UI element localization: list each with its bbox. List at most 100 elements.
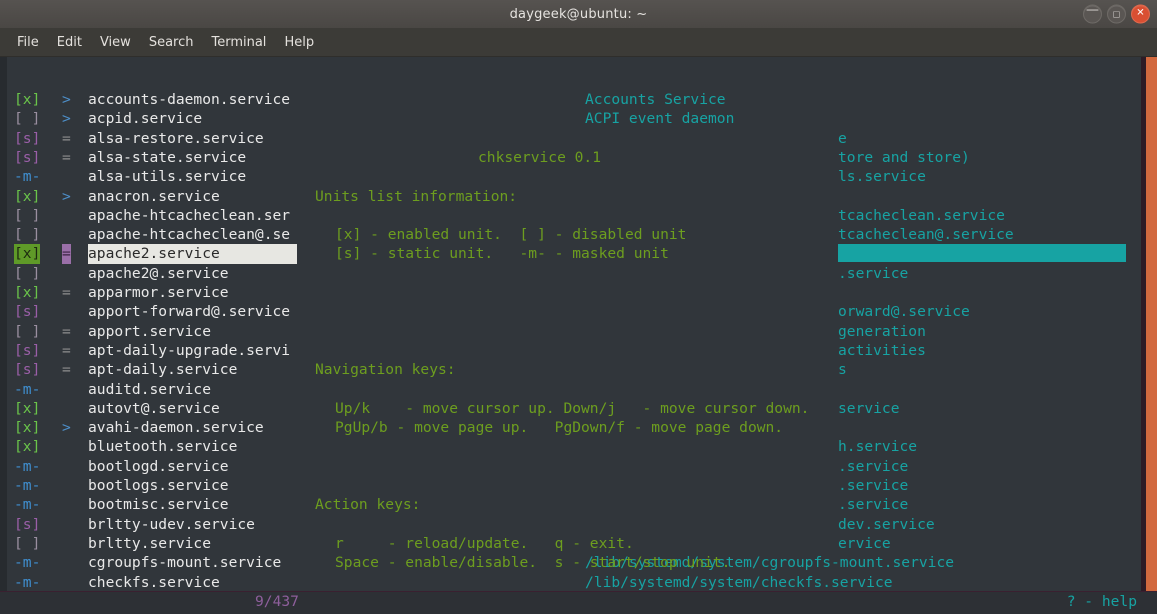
minimize-button[interactable]: — [1083, 5, 1102, 24]
chkservice-screen: [x] > accounts-daemon.service [ ] > acpid.ser… [0, 57, 1141, 614]
menu-terminal[interactable]: Terminal [202, 32, 275, 53]
unit-name[interactable]: apt-daily-upgrade.servi [88, 341, 290, 360]
unit-status-badge: -m- [14, 573, 40, 592]
unit-status-badge: -m- [14, 457, 40, 476]
unit-description: activities [838, 341, 926, 360]
status-bar: 9/437 ? - help [0, 591, 1157, 614]
unit-name[interactable]: apport.service [88, 322, 211, 341]
unit-status-badge: [s] [14, 129, 40, 148]
unit-name[interactable]: apache-htcacheclean@.se [88, 225, 290, 244]
window-controls: — □ ✕ [1083, 5, 1150, 24]
overlay-section-line: Space - enable/disable. s - start/stop u… [335, 553, 730, 572]
unit-name[interactable]: apache2.service [88, 244, 297, 263]
unit-name[interactable]: bootmisc.service [88, 495, 229, 514]
unit-name[interactable]: alsa-utils.service [88, 167, 246, 186]
unit-name[interactable]: apache-htcacheclean.ser [88, 206, 290, 225]
unit-description: e [838, 129, 847, 148]
unit-description-header: Accounts Service [585, 90, 726, 109]
overlay-section-heading: Navigation keys: [315, 360, 456, 379]
unit-status-badge: [ ] [14, 322, 40, 341]
unit-name[interactable]: checkfs.service [88, 573, 220, 592]
minimize-icon: — [1086, 4, 1099, 17]
unit-description: tcacheclean.service [838, 206, 1005, 225]
maximize-icon: □ [1113, 10, 1121, 18]
unit-status-badge: [x] [14, 399, 40, 418]
scrollbar-thumb[interactable] [1146, 57, 1157, 602]
unit-name[interactable]: apache2@.service [88, 264, 229, 283]
overlay-section-line: r - reload/update. q - exit. [335, 534, 634, 553]
unit-name[interactable]: auditd.service [88, 380, 211, 399]
unit-description: .service [838, 264, 908, 283]
terminal-content[interactable]: [x] > accounts-daemon.service [ ] > acpid.ser… [0, 57, 1157, 614]
unit-state-marker: = [62, 341, 71, 360]
unit-status-badge: [x] [14, 283, 40, 302]
menu-file[interactable]: File [8, 32, 48, 53]
unit-state-marker: = [62, 360, 71, 379]
unit-status-badge: [s] [14, 302, 40, 321]
unit-name[interactable]: apport-forward@.service [88, 302, 290, 321]
unit-status-badge: [ ] [14, 264, 40, 283]
unit-description: generation [838, 322, 926, 341]
unit-name[interactable]: brltty.service [88, 534, 211, 553]
close-button[interactable]: ✕ [1131, 5, 1150, 24]
unit-state-marker: = [62, 129, 71, 148]
unit-description: tore and store) [838, 148, 970, 167]
position-indicator: 9/437 [255, 593, 299, 610]
unit-description: ls.service [838, 167, 926, 186]
overlay-section-line: [s] - static unit. -m- - masked unit [335, 244, 669, 263]
unit-name[interactable]: cgroupfs-mount.service [88, 553, 281, 572]
unit-state-marker: = [62, 283, 71, 302]
unit-name[interactable]: anacron.service [88, 187, 220, 206]
unit-state-marker: > [62, 187, 71, 206]
menu-search[interactable]: Search [140, 32, 203, 53]
unit-name[interactable]: apt-daily.service [88, 360, 237, 379]
unit-state-marker: = [62, 244, 71, 263]
unit-status-badge: [x] [14, 187, 40, 206]
unit-status-badge: -m- [14, 495, 40, 514]
menu-edit[interactable]: Edit [48, 32, 91, 53]
overlay-section-line: Up/k - move cursor up. Down/j - move cur… [335, 399, 809, 418]
unit-name[interactable]: bootlogs.service [88, 476, 229, 495]
unit-name[interactable]: avahi-daemon.service [88, 418, 264, 437]
unit-name[interactable]: accounts-daemon.service [88, 90, 290, 109]
unit-description: ervice [838, 534, 891, 553]
unit-name[interactable]: acpid.service [88, 109, 202, 128]
unit-name[interactable]: bluetooth.service [88, 437, 237, 456]
unit-state-marker: > [62, 109, 71, 128]
unit-name[interactable]: alsa-restore.service [88, 129, 264, 148]
unit-status-badge: [s] [14, 341, 40, 360]
unit-description: s [838, 360, 847, 379]
window-titlebar: daygeek@ubuntu: ~ — □ ✕ [0, 0, 1157, 29]
unit-name[interactable]: brltty-udev.service [88, 515, 255, 534]
unit-status-badge: [x] [14, 418, 40, 437]
unit-description: tcacheclean@.service [838, 225, 1014, 244]
unit-status-badge: -m- [14, 476, 40, 495]
unit-status-badge: [ ] [14, 534, 40, 553]
close-icon: ✕ [1136, 8, 1144, 18]
overlay-section-heading: Units list information: [315, 187, 517, 206]
unit-name[interactable]: alsa-state.service [88, 148, 246, 167]
overlay-app-title: chkservice 0.1 [478, 148, 601, 167]
unit-description: .service [838, 457, 908, 476]
unit-name[interactable]: apparmor.service [88, 283, 229, 302]
unit-name[interactable]: autovt@.service [88, 399, 220, 418]
scrollbar-track[interactable] [1141, 57, 1157, 614]
unit-state-marker: = [62, 322, 71, 341]
unit-status-badge: [ ] [14, 109, 40, 128]
unit-description [838, 244, 1126, 261]
maximize-button[interactable]: □ [1107, 5, 1126, 24]
unit-status-badge: [s] [14, 360, 40, 379]
unit-status-badge: [ ] [14, 206, 40, 225]
unit-status-badge: -m- [14, 553, 40, 572]
unit-state-marker: > [62, 418, 71, 437]
unit-name[interactable]: bootlogd.service [88, 457, 229, 476]
menu-view[interactable]: View [91, 32, 140, 53]
menubar: File Edit View Search Terminal Help [0, 28, 1157, 57]
unit-description: dev.service [838, 515, 935, 534]
window-title: daygeek@ubuntu: ~ [510, 7, 648, 22]
unit-description: .service [838, 495, 908, 514]
unit-status-badge: -m- [14, 380, 40, 399]
help-hint: ? - help [1067, 593, 1137, 610]
overlay-section-line: [x] - enabled unit. [ ] - disabled unit [335, 225, 686, 244]
menu-help[interactable]: Help [275, 32, 323, 53]
